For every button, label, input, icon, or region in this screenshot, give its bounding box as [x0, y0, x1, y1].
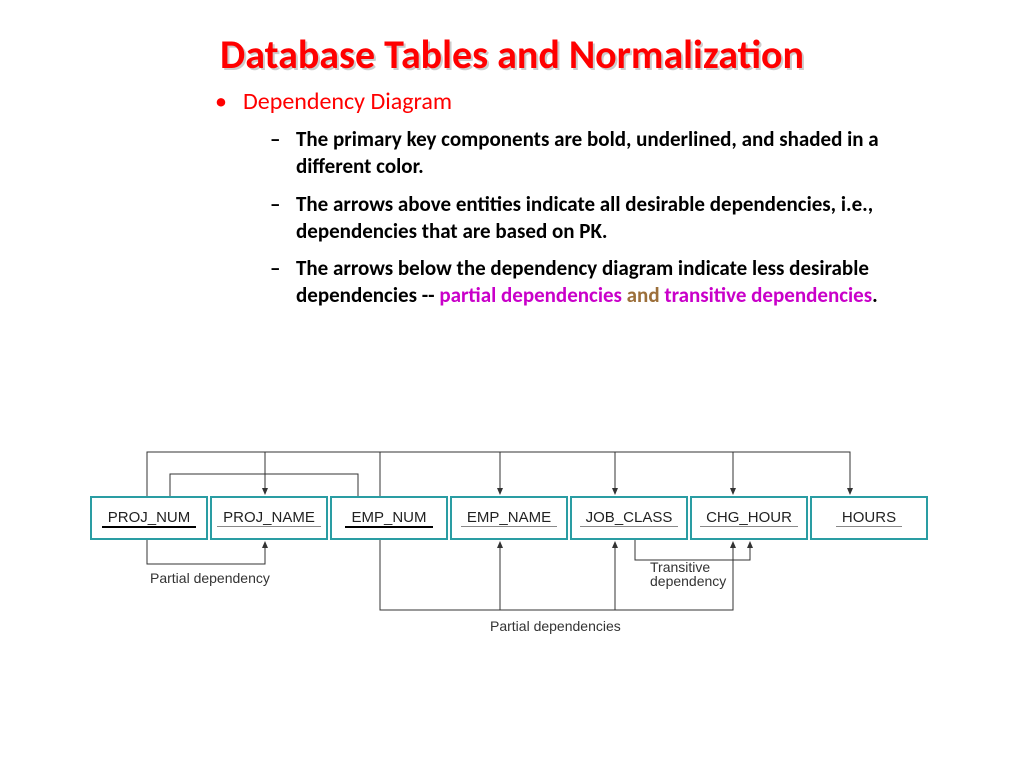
arrow-overlay	[90, 440, 940, 670]
sub3-partial-dep: partial dependencies	[439, 282, 622, 308]
subbullet-1: The primary key components are bold, und…	[270, 126, 924, 181]
field-emp-num: EMP_NUM	[330, 496, 448, 540]
field-emp-name: EMP_NAME	[450, 496, 568, 540]
dependency-diagram: PROJ_NUM PROJ_NAME EMP_NUM EMP_NAME JOB_…	[90, 440, 940, 670]
field-proj-num: PROJ_NUM	[90, 496, 208, 540]
bullet-dependency-diagram: Dependency Diagram	[215, 87, 984, 116]
subbullet-3: The arrows below the dependency diagram …	[270, 255, 924, 310]
subbullet-2: The arrows above entities indicate all d…	[270, 191, 924, 246]
label-transitive-dependency: Transitivedependency	[650, 560, 726, 588]
field-hours: HOURS	[810, 496, 928, 540]
field-chg-hour: CHG_HOUR	[690, 496, 808, 540]
field-job-class: JOB_CLASS	[570, 496, 688, 540]
sub3-period: .	[872, 282, 878, 308]
slide-content: Database Tables and Normalization Depend…	[0, 0, 1024, 310]
slide-title: Database Tables and Normalization	[40, 30, 984, 79]
field-row: PROJ_NUM PROJ_NAME EMP_NUM EMP_NAME JOB_…	[90, 496, 930, 540]
field-proj-name: PROJ_NAME	[210, 496, 328, 540]
sub3-transitive-dep: transitive dependencies	[664, 282, 872, 308]
sub3-and: and	[622, 282, 664, 308]
label-partial-dependency: Partial dependency	[150, 570, 270, 586]
label-partial-dependencies: Partial dependencies	[490, 618, 621, 634]
